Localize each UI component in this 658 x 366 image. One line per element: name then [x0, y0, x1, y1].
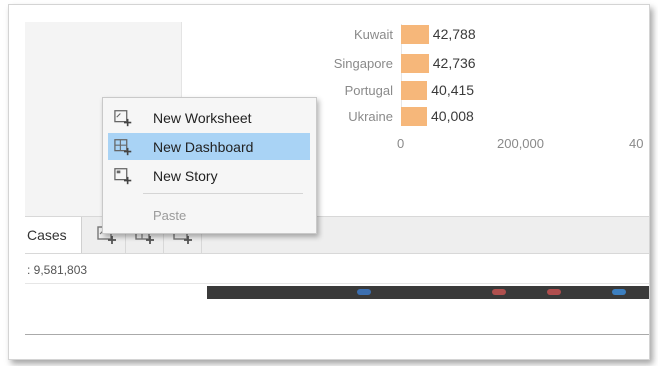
x-axis-tick: 40 [629, 136, 644, 151]
sheet-tab-label: Cases [27, 227, 67, 243]
chart-value-label: 40,008 [431, 108, 474, 124]
chart-row: Singapore 42,736 [289, 53, 489, 75]
chart-value-label: 40,415 [431, 82, 475, 98]
color-dot [357, 289, 371, 295]
chart-row: Portugal 40,415 [289, 80, 489, 102]
chart-value-label: 42,788 [432, 26, 476, 42]
chart-category-label: Portugal [344, 83, 393, 98]
chart-bar[interactable] [401, 81, 428, 100]
chart-value-label: 42,736 [432, 55, 476, 71]
menu-separator [143, 193, 303, 194]
menu-item-label: Paste [153, 208, 187, 223]
menu-item-label: New Dashboard [153, 139, 254, 155]
menu-item-new-story[interactable]: New Story [108, 162, 310, 189]
chart-category-label: Ukraine [348, 109, 393, 124]
x-axis-tick: 0 [397, 136, 405, 151]
chart-category-label: Singapore [333, 56, 393, 71]
context-menu: New Worksheet New Dashboard New Story Pa… [102, 97, 317, 234]
new-dashboard-icon [114, 139, 132, 156]
chart-row: Kuwait 42,788 [289, 24, 489, 46]
sheet-tab-cases[interactable]: Cases [25, 217, 82, 253]
menu-item-new-dashboard[interactable]: New Dashboard [108, 133, 310, 160]
new-story-icon [114, 168, 132, 185]
chart-bar[interactable] [401, 25, 429, 44]
color-dot [612, 289, 626, 295]
chart-category-label: Kuwait [353, 27, 393, 42]
x-axis-tick: 200,000 [497, 136, 544, 151]
menu-item-label: New Story [153, 168, 218, 184]
dark-strip [207, 286, 649, 299]
menu-item-new-worksheet[interactable]: New Worksheet [108, 104, 310, 131]
menu-item-label: New Worksheet [153, 110, 252, 126]
color-dot [547, 289, 561, 295]
new-worksheet-icon [114, 110, 132, 127]
menu-item-paste[interactable]: Paste [108, 202, 310, 229]
chart-row: Ukraine 40,008 [289, 106, 489, 128]
chart-bar[interactable] [401, 107, 427, 126]
status-bar: : 9,581,803 [25, 257, 649, 284]
status-text: : 9,581,803 [27, 263, 88, 277]
color-dot [492, 289, 506, 295]
divider [25, 334, 649, 335]
chart-bar[interactable] [401, 54, 429, 73]
